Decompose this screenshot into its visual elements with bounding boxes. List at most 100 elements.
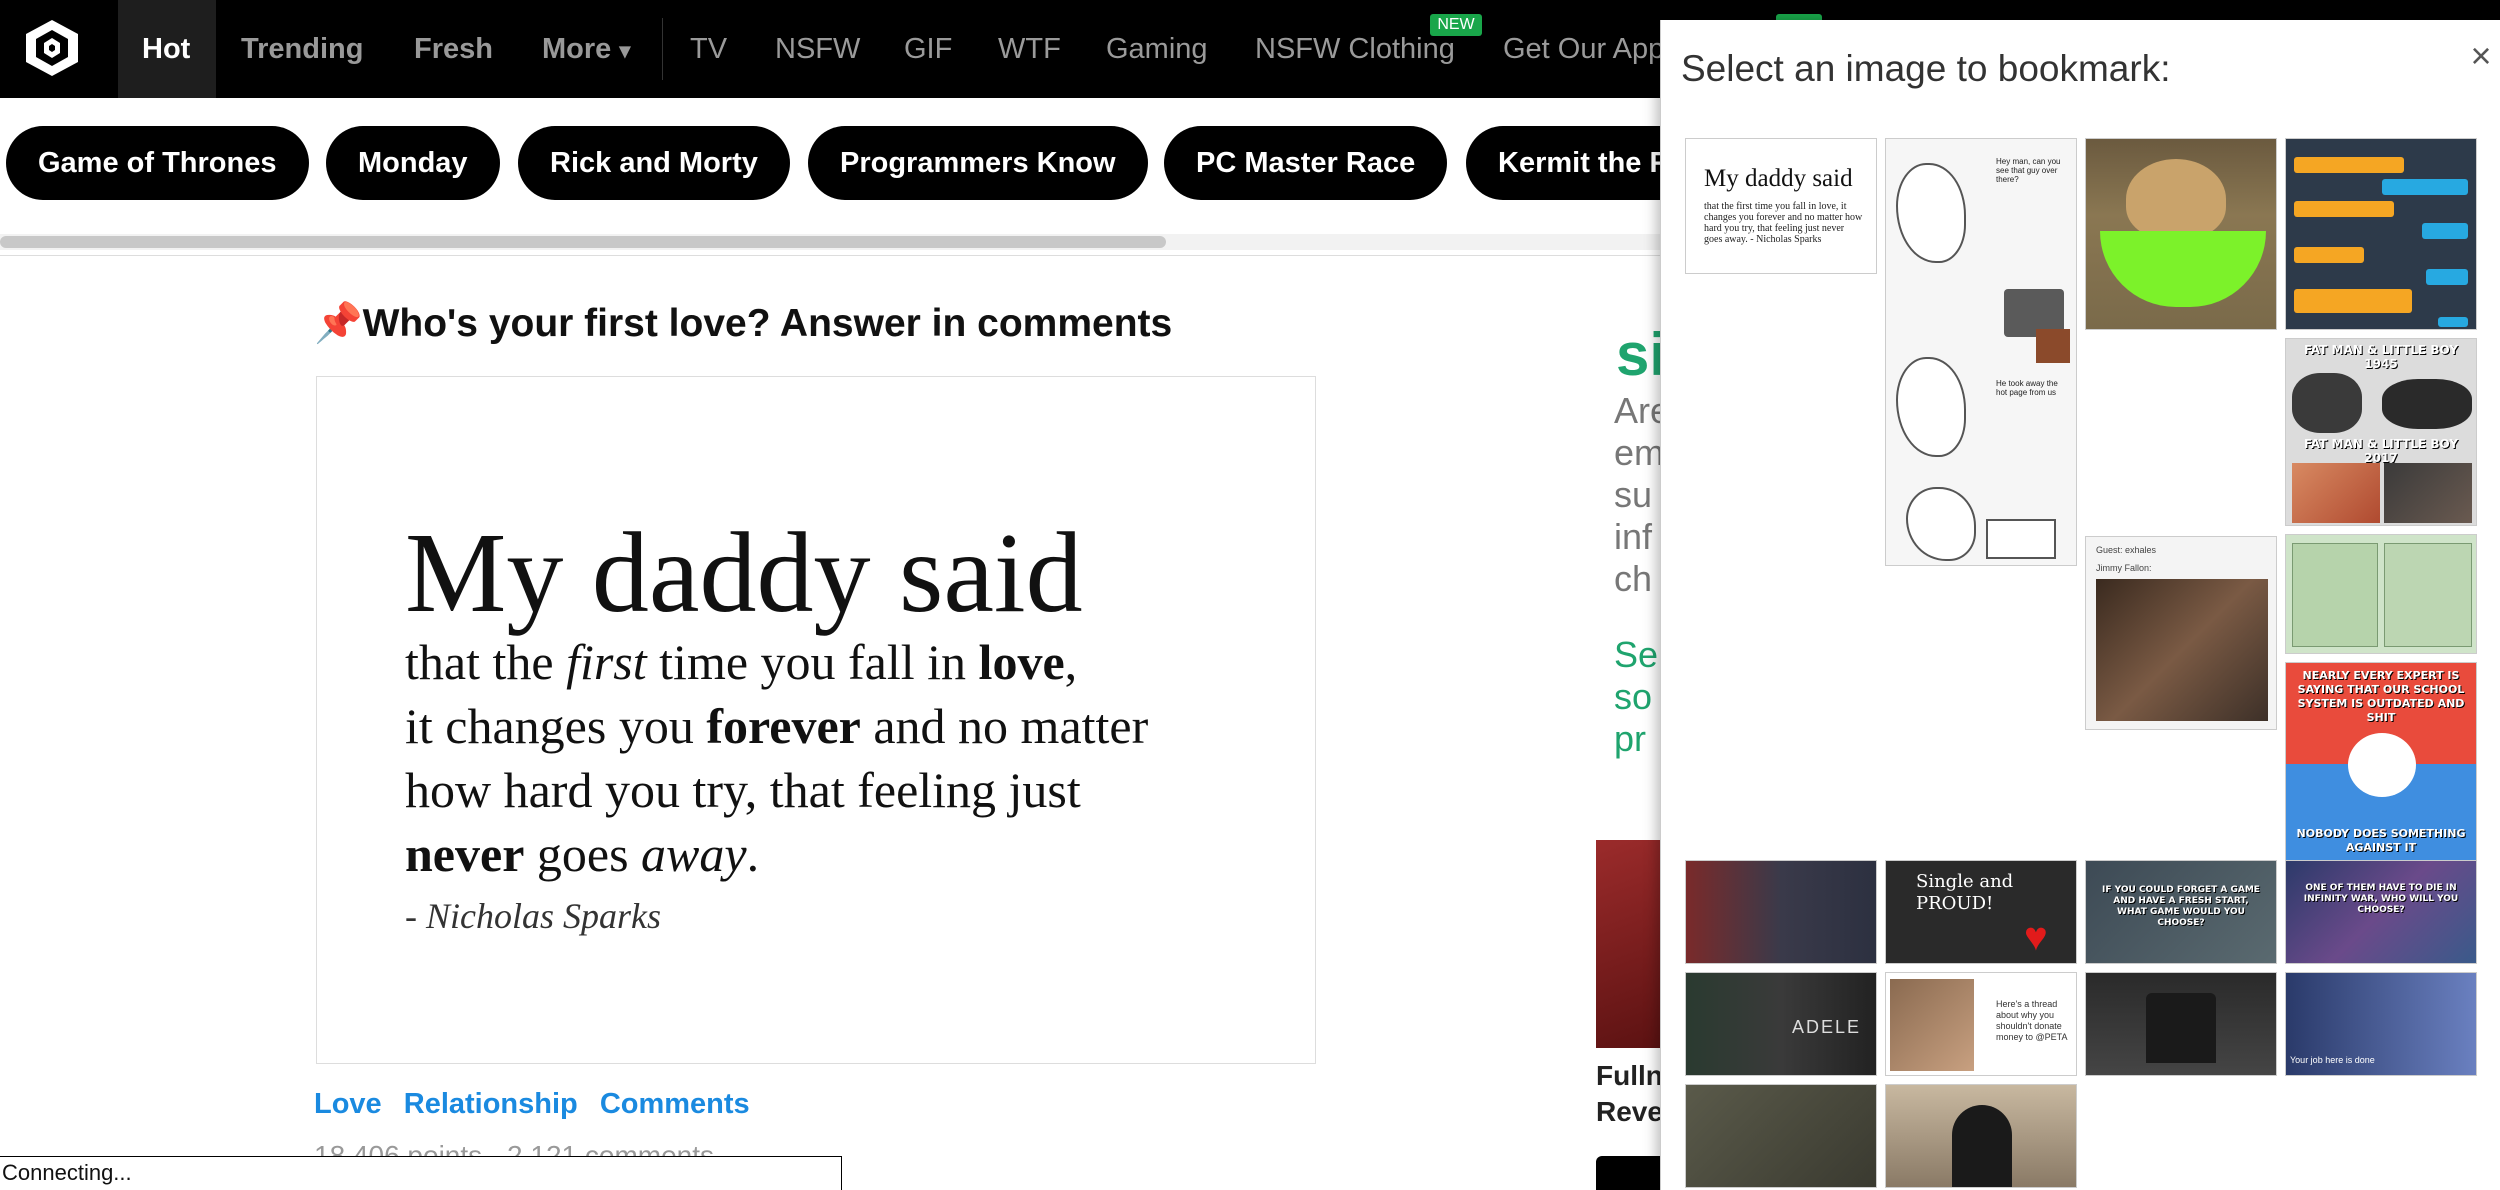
bookmark-thumb[interactable]: Single and PROUD! ♥: [1885, 860, 2077, 964]
comic-figure: [1896, 163, 1966, 263]
comic-figure: [1906, 487, 1976, 561]
post-tags: Love Relationship Comments: [314, 1088, 764, 1121]
dog-shape: [2126, 159, 2226, 239]
thumb-quote-title: My daddy said: [1704, 165, 1853, 192]
thumb-caption: Guest: exhales: [2096, 545, 2157, 555]
quote-title: My daddy said: [405, 509, 1083, 636]
nav-link-nsfw[interactable]: NSFW: [775, 0, 860, 98]
thumb-meme-text: IF YOU COULD FORGET A GAME AND HAVE A FR…: [2102, 885, 2260, 928]
bookmark-thumb[interactable]: ADELE: [1685, 972, 1877, 1076]
post-tag-love[interactable]: Love: [314, 1088, 382, 1120]
chevron-down-icon: ▾: [619, 38, 631, 63]
scrollbar-thumb[interactable]: [0, 236, 1166, 248]
comic-figure: [1896, 357, 1966, 457]
comic-panel: [2384, 543, 2472, 647]
bookmark-thumb[interactable]: FAT MAN & LITTLE BOY 1945 FAT MAN & LITT…: [2285, 338, 2477, 526]
sidebar-button[interactable]: [1596, 1156, 1660, 1190]
bookmark-thumb[interactable]: IF YOU COULD FORGET A GAME AND HAVE A FR…: [2085, 860, 2277, 964]
post-image[interactable]: My daddy said that the first time you fa…: [316, 376, 1316, 1064]
penguin-shape: [2348, 733, 2416, 797]
post-tag-comments[interactable]: Comments: [600, 1088, 750, 1120]
nav-link-wtf[interactable]: WTF: [998, 0, 1061, 98]
chat-bubble: [2382, 179, 2468, 195]
tag-chip[interactable]: PC Master Race: [1164, 126, 1448, 200]
sidebar-ad-link[interactable]: Se so pr: [1614, 634, 1658, 760]
chat-bubble: [2294, 201, 2394, 217]
post-tag-relationship[interactable]: Relationship: [404, 1088, 578, 1120]
quote-line: that the first time you fall in love,: [405, 634, 1078, 690]
nav-fresh[interactable]: Fresh: [414, 0, 493, 98]
nav-more[interactable]: More ▾: [542, 0, 630, 98]
nav-link-get-app[interactable]: Get Our App: [1503, 0, 1664, 98]
tag-bar: Game of Thrones Monday Rick and Morty Pr…: [0, 98, 1668, 256]
quote-line: how hard you try, that feeling just: [405, 762, 1081, 818]
green-bowl: [2100, 231, 2266, 307]
tag-chip[interactable]: Kermit the F: [1466, 126, 1668, 200]
nav-hot[interactable]: Hot: [142, 0, 190, 98]
nav-link-nsfw-clothing[interactable]: NSFW Clothing: [1255, 0, 1455, 98]
sidebar-card-line: Fulln: [1596, 1060, 1663, 1091]
bookmark-thumb[interactable]: My daddy said that the first time you fa…: [1685, 138, 1877, 274]
close-icon[interactable]: ×: [2465, 36, 2497, 76]
tag-chip[interactable]: Rick and Morty: [518, 126, 790, 200]
comic-table: [2036, 329, 2070, 363]
chat-bubble: [2294, 289, 2412, 313]
sidebar-card-title[interactable]: Fulln Reve: [1596, 1058, 1663, 1130]
panel-title: Select an image to bookmark:: [1681, 48, 2171, 89]
thumb-caption: Jimmy Fallon:: [2096, 563, 2152, 573]
bookmark-thumb[interactable]: [2285, 138, 2477, 330]
thumb-meme-text: ONE OF THEM HAVE TO DIE IN INFINITY WAR,…: [2303, 883, 2459, 915]
sidebar-ad-logo[interactable]: si: [1616, 320, 1666, 389]
bookmark-thumb[interactable]: Your job here is done: [2285, 972, 2477, 1076]
chat-bubble: [2438, 317, 2468, 327]
sidebar-link-line: pr: [1614, 718, 1647, 759]
thumb-photo: [1890, 979, 1974, 1071]
bookmark-thumb[interactable]: [1685, 860, 1877, 964]
thumb-meme-text: FAT MAN & LITTLE BOY 1945: [2303, 343, 2459, 371]
browser-status-bar: Connecting...: [0, 1156, 842, 1190]
bookmark-thumb[interactable]: [2085, 138, 2277, 330]
thumb-photo: [2384, 463, 2472, 523]
bookmark-thumb[interactable]: [2285, 534, 2477, 654]
sidebar-card-image[interactable]: [1596, 840, 1660, 1048]
sidebar-link-line: so: [1614, 676, 1653, 717]
throne-shape: [2146, 993, 2216, 1063]
new-badge: NEW: [1430, 14, 1482, 36]
nav-link-gif[interactable]: GIF: [904, 0, 952, 98]
bookmark-thumb[interactable]: Hey man, can you see that guy over there…: [1885, 138, 2077, 566]
9gag-logo-icon[interactable]: [22, 18, 82, 78]
thumb-photo: [2096, 579, 2268, 721]
tag-chip[interactable]: Monday: [326, 126, 500, 200]
bookmark-thumb[interactable]: Here's a thread about why you shouldn't …: [1885, 972, 2077, 1076]
thumb-text: Here's a thread about why you shouldn't …: [1996, 999, 2068, 1042]
bookmark-thumb[interactable]: Guest: exhales Jimmy Fallon:: [2085, 536, 2277, 730]
nav-trending[interactable]: Trending: [241, 0, 363, 98]
thumb-text: Single and PROUD!: [1916, 871, 2014, 914]
bookmark-thumb[interactable]: ONE OF THEM HAVE TO DIE IN INFINITY WAR,…: [2285, 860, 2477, 964]
bookmark-thumb[interactable]: [1685, 1084, 1877, 1188]
thumb-meme-text: NOBODY DOES SOMETHING AGAINST IT: [2296, 827, 2466, 854]
nav-more-label: More: [542, 33, 612, 65]
chat-bubble: [2294, 247, 2364, 263]
bookmark-thumb[interactable]: [1885, 1084, 2077, 1188]
tag-chip[interactable]: Programmers Know: [808, 126, 1148, 200]
thumb-meme-text: FAT MAN & LITTLE BOY 2017: [2303, 437, 2459, 465]
bookmark-thumb[interactable]: NEARLY EVERY EXPERT IS SAYING THAT OUR S…: [2285, 662, 2477, 866]
nav-link-gaming[interactable]: Gaming: [1106, 0, 1208, 98]
post-title-text: Who's your first love? Answer in comment…: [362, 302, 1173, 345]
heart-icon: ♥: [2024, 915, 2048, 959]
thumb-figure: [1952, 1105, 2012, 1187]
chat-bubble: [2426, 269, 2468, 285]
pin-icon: 📌: [314, 302, 363, 345]
comic-panel: [2292, 543, 2378, 647]
sidebar-link-line: Se: [1614, 634, 1659, 675]
thumb-quote-body: that the first time you fall in love, it…: [1704, 201, 1863, 245]
sidebar-card-line: Reve: [1596, 1096, 1663, 1127]
nav-link-tv[interactable]: TV: [690, 0, 727, 98]
bookmark-thumb[interactable]: [2085, 972, 2277, 1076]
bookmark-panel: Select an image to bookmark: × My daddy …: [1660, 20, 2500, 1190]
chat-bubble: [2294, 157, 2404, 173]
bomb-shape: [2382, 379, 2472, 429]
tag-chip[interactable]: Game of Thrones: [6, 126, 309, 200]
post-title[interactable]: 📌Who's your first love? Answer in commen…: [314, 300, 1172, 346]
